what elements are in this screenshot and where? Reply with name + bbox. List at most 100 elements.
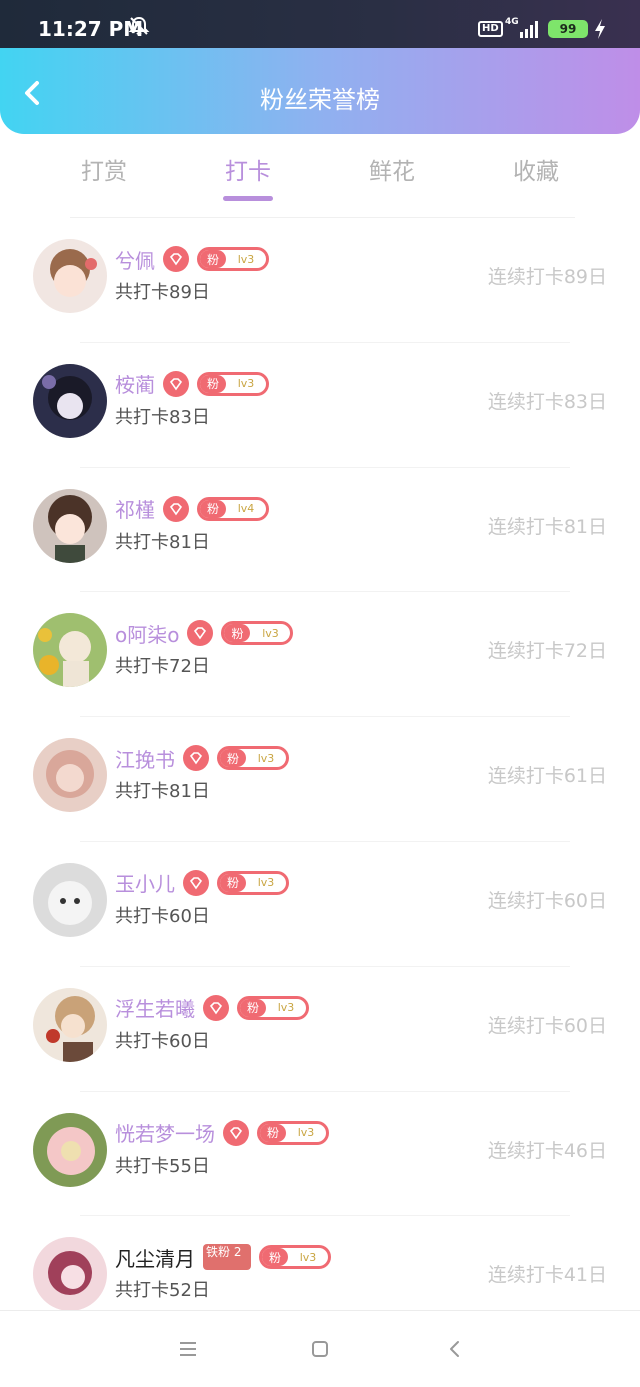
system-nav-bar <box>0 1310 640 1387</box>
fan-name[interactable]: 江挽书 <box>115 744 175 773</box>
tab-label: 打赏 <box>81 159 127 185</box>
avatar[interactable] <box>33 987 107 1062</box>
iron-fan-badge: 铁粉 2 <box>203 1244 251 1271</box>
fan-level-badge: 粉 lv3 <box>257 1120 329 1145</box>
streak-checkins: 连续打卡83日 <box>487 390 607 413</box>
fan-row[interactable]: o阿柒o 粉 lv3 共打卡72日 连续打卡72日 <box>0 592 640 718</box>
avatar[interactable] <box>33 239 107 313</box>
fan-level-badge: 粉 lv4 <box>197 496 269 521</box>
gem-badge-icon <box>187 620 214 647</box>
total-checkins: 共打卡72日 <box>115 656 210 678</box>
total-checkins: 共打卡83日 <box>115 406 210 428</box>
fan-row[interactable]: 恍若梦一场 粉 lv3 共打卡55日 连续打卡46日 <box>0 1092 640 1217</box>
total-checkins: 共打卡81日 <box>115 781 210 803</box>
gem-badge-icon <box>163 495 189 522</box>
active-tab-indicator <box>223 196 273 201</box>
fan-level-badge: 粉 lv3 <box>237 995 309 1020</box>
hd-indicator: HD <box>478 21 503 37</box>
tab-bar: 打赏 打卡 鲜花 收藏 <box>0 134 640 214</box>
tab-label: 收藏 <box>513 159 559 185</box>
fan-level: lv3 <box>297 1126 315 1140</box>
charging-icon <box>595 19 605 39</box>
header-bar: 粉丝荣誉榜 <box>0 48 640 134</box>
avatar[interactable] <box>33 862 107 937</box>
tab-label: 打卡 <box>225 159 271 185</box>
fan-tag: 粉 <box>240 998 266 1017</box>
total-checkins: 共打卡89日 <box>115 282 210 303</box>
tab-label: 鲜花 <box>369 159 415 185</box>
fan-name[interactable]: 浮生若曦 <box>115 993 195 1022</box>
fan-row[interactable]: 浮生若曦 粉 lv3 共打卡60日 连续打卡60日 <box>0 967 640 1092</box>
fan-level: lv3 <box>262 626 279 640</box>
tab-collect[interactable]: 收藏 <box>466 152 606 186</box>
gem-badge-icon <box>183 869 209 896</box>
avatar[interactable] <box>33 613 107 688</box>
streak-checkins: 连续打卡60日 <box>487 889 607 912</box>
streak-checkins: 连续打卡41日 <box>487 1264 607 1287</box>
fan-name[interactable]: 兮佩 <box>115 245 155 274</box>
fan-level-badge: 粉 lv3 <box>217 746 289 771</box>
total-checkins: 共打卡81日 <box>115 531 210 553</box>
fan-level: lv4 <box>237 502 255 516</box>
signal-icon <box>520 21 538 38</box>
fan-name[interactable]: 祁槿 <box>115 494 155 523</box>
fan-level: lv3 <box>257 876 275 890</box>
fan-name[interactable]: 凡尘清月 <box>115 1243 195 1272</box>
total-checkins: 共打卡60日 <box>115 905 210 927</box>
avatar[interactable] <box>33 363 107 438</box>
fan-row[interactable]: 玉小儿 粉 lv3 共打卡60日 连续打卡60日 <box>0 842 640 967</box>
fan-tag: 粉 <box>200 374 226 393</box>
fan-name[interactable]: 桉蔺 <box>115 369 155 398</box>
fan-list: 兮佩 粉 lv3 共打卡89日 连续打卡89日 桉蔺 粉 lv3 共打卡83日 … <box>0 218 640 1341</box>
gem-badge-icon <box>183 745 209 772</box>
tab-flowers[interactable]: 鲜花 <box>322 152 462 186</box>
battery-icon: 99 <box>548 20 588 38</box>
gem-badge-icon <box>223 1119 249 1146</box>
bell-muted-icon <box>128 16 150 35</box>
menu-icon[interactable] <box>176 1337 200 1361</box>
fan-row[interactable]: 兮佩 粉 lv3 共打卡89日 连续打卡89日 <box>0 218 640 343</box>
back-nav-icon[interactable] <box>443 1337 467 1361</box>
tab-checkin[interactable]: 打卡 <box>178 152 318 201</box>
total-checkins: 共打卡55日 <box>115 1155 210 1177</box>
total-checkins: 共打卡52日 <box>115 1280 210 1302</box>
avatar[interactable] <box>33 1237 107 1312</box>
gem-badge-icon <box>163 370 189 397</box>
total-checkins: 共打卡60日 <box>115 1030 210 1052</box>
fan-level: lv3 <box>277 1001 295 1015</box>
fan-level: lv3 <box>257 751 275 765</box>
streak-checkins: 连续打卡60日 <box>487 1014 607 1037</box>
fan-level: lv3 <box>237 377 255 391</box>
fan-name[interactable]: 恍若梦一场 <box>115 1118 215 1147</box>
avatar[interactable] <box>33 1112 107 1187</box>
status-bar: 11:27 PM HD 4G 99 <box>0 0 640 48</box>
fan-tag: 粉 <box>224 624 251 643</box>
fan-row[interactable]: 桉蔺 粉 lv3 共打卡83日 连续打卡83日 <box>0 343 640 468</box>
fan-level-badge: 粉 lv3 <box>217 870 289 895</box>
tab-reward[interactable]: 打赏 <box>34 152 174 186</box>
streak-checkins: 连续打卡72日 <box>487 640 607 663</box>
fan-level-badge: 粉 lv3 <box>197 371 269 396</box>
home-square-icon[interactable] <box>308 1337 332 1361</box>
streak-checkins: 连续打卡89日 <box>487 266 607 288</box>
fan-tag: 粉 <box>220 749 246 768</box>
page-title: 粉丝荣誉榜 <box>260 86 380 114</box>
streak-checkins: 连续打卡61日 <box>487 765 607 788</box>
avatar[interactable] <box>33 738 107 813</box>
streak-checkins: 连续打卡46日 <box>487 1139 607 1162</box>
fan-level: lv3 <box>299 1250 317 1264</box>
fan-level-badge: 粉 lv3 <box>259 1245 331 1270</box>
avatar[interactable] <box>33 488 107 563</box>
gem-badge-icon <box>163 246 189 272</box>
fan-level-badge: 粉 lv3 <box>197 247 269 271</box>
fan-tag: 粉 <box>200 250 226 268</box>
fan-level: lv3 <box>237 252 255 266</box>
fan-tag: 粉 <box>260 1123 286 1142</box>
fan-row[interactable]: 江挽书 粉 lv3 共打卡81日 连续打卡61日 <box>0 717 640 842</box>
fan-level-badge: 粉 lv3 <box>221 621 294 646</box>
fan-tag: 粉 <box>220 873 246 892</box>
fan-name[interactable]: 玉小儿 <box>115 868 175 897</box>
fan-name[interactable]: o阿柒o <box>115 619 179 648</box>
gem-badge-icon <box>203 994 229 1021</box>
fan-row[interactable]: 祁槿 粉 lv4 共打卡81日 连续打卡81日 <box>0 468 640 593</box>
